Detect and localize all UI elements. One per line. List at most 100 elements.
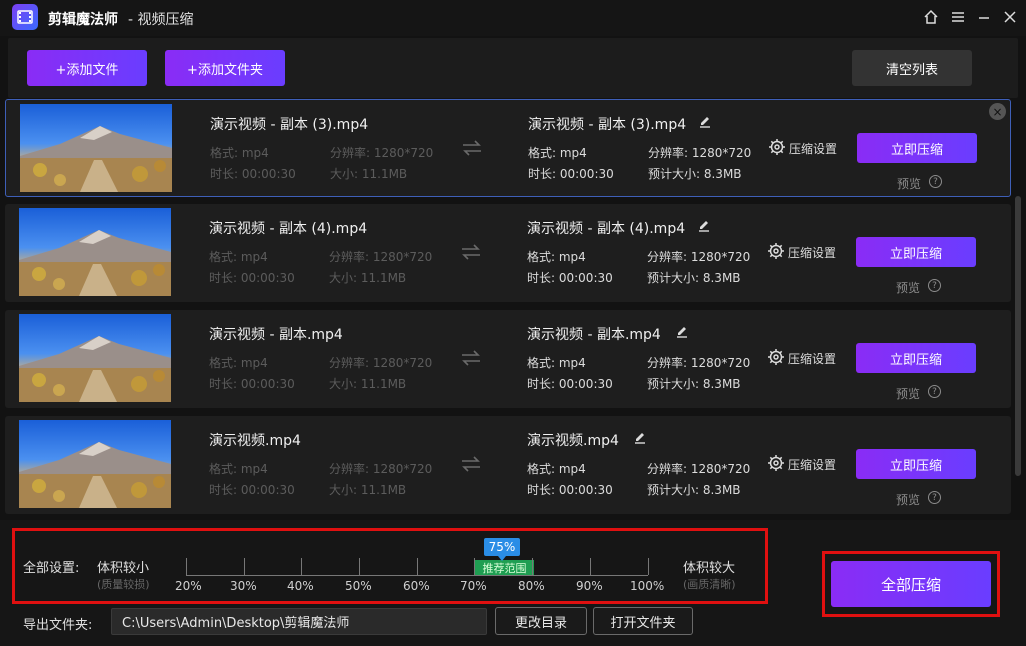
- convert-arrows-icon: [463, 140, 481, 156]
- output-resolution: 分辨率: 1280*720: [647, 462, 751, 476]
- film-icon: [12, 4, 38, 30]
- output-resolution: 分辨率: 1280*720: [647, 250, 751, 264]
- help-icon[interactable]: ?: [929, 175, 942, 188]
- output-size: 预计大小: 8.3MB: [647, 271, 741, 285]
- output-size: 预计大小: 8.3MB: [647, 377, 741, 391]
- minimize-icon[interactable]: [974, 7, 994, 27]
- output-folder-label: 导出文件夹:: [23, 618, 93, 633]
- source-resolution: 分辨率: 1280*720: [330, 146, 434, 160]
- preview-link[interactable]: 预览: [896, 279, 920, 296]
- help-icon[interactable]: ?: [928, 385, 941, 398]
- source-duration: 时长: 00:00:30: [210, 167, 296, 181]
- slider-track[interactable]: [186, 575, 648, 576]
- toolbar: +添加文件 +添加文件夹 清空列表: [8, 38, 1018, 98]
- compress-settings-link[interactable]: 压缩设置: [788, 244, 836, 261]
- edit-icon[interactable]: [675, 324, 689, 338]
- source-size: 大小: 11.1MB: [329, 483, 407, 497]
- output-duration: 时长: 00:00:30: [527, 483, 613, 497]
- change-directory-button[interactable]: 更改目录: [495, 607, 587, 635]
- preview-link[interactable]: 预览: [897, 175, 921, 192]
- file-row: 演示视频 - 副本 (3).mp4 格式: mp4 分辨率: 1280*720 …: [5, 99, 1011, 197]
- slider-tick: [648, 558, 649, 575]
- compress-now-button[interactable]: 立即压缩: [856, 237, 976, 267]
- home-icon[interactable]: [921, 7, 941, 27]
- slider-tick-label: 20%: [175, 579, 202, 593]
- slider-tick-label: 60%: [403, 579, 430, 593]
- output-size: 预计大小: 8.3MB: [648, 167, 742, 181]
- source-resolution: 分辨率: 1280*720: [329, 462, 433, 476]
- clear-list-button[interactable]: 清空列表: [852, 50, 972, 86]
- remove-row-icon[interactable]: ×: [989, 103, 1006, 120]
- source-format: 格式: mp4: [210, 146, 269, 160]
- video-thumbnail[interactable]: [20, 104, 172, 192]
- source-duration: 时长: 00:00:30: [209, 483, 295, 497]
- edit-icon[interactable]: [697, 218, 711, 232]
- slider-tick: [417, 558, 418, 575]
- source-file-name: 演示视频.mp4: [209, 433, 301, 449]
- file-row: 演示视频 - 副本 (4).mp4 格式: mp4 分辨率: 1280*720 …: [5, 204, 1011, 302]
- slider-tick: [532, 558, 533, 575]
- source-duration: 时长: 00:00:30: [209, 377, 295, 391]
- compress-settings-link[interactable]: 压缩设置: [789, 140, 837, 157]
- file-list: 演示视频 - 副本 (3).mp4 格式: mp4 分辨率: 1280*720 …: [5, 98, 1011, 518]
- add-folder-button[interactable]: +添加文件夹: [165, 50, 285, 86]
- gear-icon[interactable]: [767, 242, 785, 260]
- app-subtitle: - 视频压缩: [128, 12, 194, 28]
- compress-settings-link[interactable]: 压缩设置: [788, 350, 836, 367]
- edit-icon[interactable]: [698, 114, 712, 128]
- slider-tick: [590, 558, 591, 575]
- slider-tick-label: 40%: [287, 579, 314, 593]
- compress-settings-link[interactable]: 压缩设置: [788, 456, 836, 473]
- menu-icon[interactable]: [948, 7, 968, 27]
- source-file-name: 演示视频 - 副本 (4).mp4: [209, 221, 368, 237]
- gear-icon[interactable]: [767, 348, 785, 366]
- slider-tick-label: 80%: [518, 579, 545, 593]
- output-file-name: 演示视频 - 副本 (3).mp4: [528, 117, 687, 133]
- output-resolution: 分辨率: 1280*720: [648, 146, 752, 160]
- output-file-name: 演示视频.mp4: [527, 433, 619, 449]
- gear-icon[interactable]: [767, 454, 785, 472]
- compress-all-button[interactable]: 全部压缩: [831, 561, 991, 607]
- slider-tick-label: 30%: [230, 579, 257, 593]
- output-format: 格式: mp4: [528, 146, 587, 160]
- compress-now-button[interactable]: 立即压缩: [856, 449, 976, 479]
- source-size: 大小: 11.1MB: [329, 377, 407, 391]
- output-path-input[interactable]: [111, 608, 487, 635]
- help-icon[interactable]: ?: [928, 279, 941, 292]
- output-format: 格式: mp4: [527, 356, 586, 370]
- open-folder-button[interactable]: 打开文件夹: [593, 607, 693, 635]
- scrollbar[interactable]: [1015, 196, 1021, 476]
- output-file-name: 演示视频 - 副本 (4).mp4: [527, 221, 686, 237]
- slider-tick-label: 90%: [576, 579, 603, 593]
- video-thumbnail[interactable]: [19, 208, 171, 296]
- source-size: 大小: 11.1MB: [329, 271, 407, 285]
- recommended-range: 推荐范围: [475, 560, 534, 575]
- edit-icon[interactable]: [633, 430, 647, 444]
- slider-tick: [186, 558, 187, 575]
- source-resolution: 分辨率: 1280*720: [329, 250, 433, 264]
- output-file-name: 演示视频 - 副本.mp4: [527, 327, 661, 343]
- convert-arrows-icon: [462, 244, 480, 260]
- source-resolution: 分辨率: 1280*720: [329, 356, 433, 370]
- close-icon[interactable]: [1000, 7, 1020, 27]
- slider-tick-label: 50%: [345, 579, 372, 593]
- help-icon[interactable]: ?: [928, 491, 941, 504]
- output-size: 预计大小: 8.3MB: [647, 483, 741, 497]
- compress-now-button[interactable]: 立即压缩: [856, 343, 976, 373]
- source-file-name: 演示视频 - 副本 (3).mp4: [210, 117, 369, 133]
- output-format: 格式: mp4: [527, 462, 586, 476]
- preview-link[interactable]: 预览: [896, 385, 920, 402]
- video-thumbnail[interactable]: [19, 420, 171, 508]
- output-duration: 时长: 00:00:30: [527, 377, 613, 391]
- preview-link[interactable]: 预览: [896, 491, 920, 508]
- convert-arrows-icon: [462, 350, 480, 366]
- slider-tick-label: 100%: [630, 579, 665, 593]
- slider-value-badge[interactable]: 75%: [484, 538, 520, 561]
- convert-arrows-icon: [462, 456, 480, 472]
- larger-size-label: 体积较大: [683, 561, 736, 576]
- video-thumbnail[interactable]: [19, 314, 171, 402]
- compress-now-button[interactable]: 立即压缩: [857, 133, 977, 163]
- add-file-button[interactable]: +添加文件: [27, 50, 147, 86]
- slider-tick: [474, 558, 475, 575]
- gear-icon[interactable]: [768, 138, 786, 156]
